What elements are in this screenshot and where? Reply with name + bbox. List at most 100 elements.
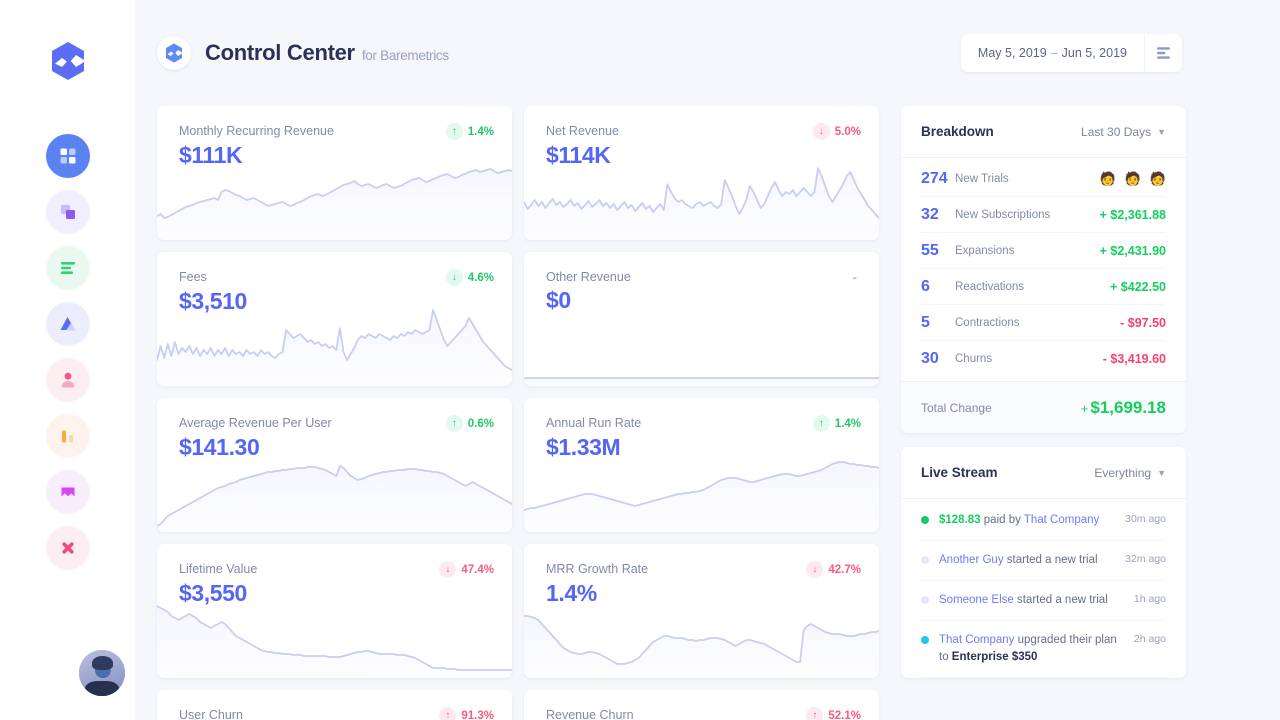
event-actor[interactable]: Another Guy [939,554,1004,566]
trial-avatars: 🧑 🧑 🧑 [1099,172,1166,185]
metric-card[interactable]: Revenue Churn ↑ 52.1% [524,690,879,720]
metric-change-value: - [852,269,857,285]
metric-card[interactable]: Average Revenue Per User ↑ 0.6% $141.30 [157,398,512,532]
breakdown-amount: + $422.50 [1110,279,1166,294]
date-range-input[interactable]: May 5, 2019– Jun 5, 2019 [961,34,1144,72]
metric-label: Annual Run Rate [546,416,642,430]
breakdown-count: 32 [921,205,939,223]
event-actor[interactable]: That Company [1024,514,1099,526]
sidebar-item-cancellations[interactable] [45,526,90,570]
breakdown-count: 30 [921,350,939,367]
sidebar-item-forecast[interactable] [45,302,90,346]
breakdown-name: New Trials [955,172,1009,185]
metric-sparkline [524,308,879,386]
metric-card-header: Revenue Churn ↑ 52.1% [524,690,879,720]
metric-sparkline [157,162,512,240]
sidebar-item-customers[interactable] [45,358,90,402]
trend-up-arrow-icon: ↑ [445,415,463,432]
metric-value: $141.30 [179,434,260,460]
metric-card[interactable]: Monthly Recurring Revenue ↑ 1.4% $111K [157,106,512,240]
metric-change-value: 5.0% [834,125,861,138]
live-stream-panel: Live Stream Everything ▼ $128.83 paid by… [901,447,1186,678]
live-stream-item[interactable]: That Company upgraded their plan to Ente… [921,621,1166,678]
live-stream-filter-dropdown[interactable]: Everything ▼ [1094,466,1166,480]
sidebar-item-dashboard[interactable] [45,134,90,178]
metric-card[interactable]: Fees ↓ 4.6% $3,510 [157,252,512,386]
metric-card[interactable]: User Churn ↑ 91.3% [157,690,512,720]
date-range-control: May 5, 2019– Jun 5, 2019 [960,34,1182,72]
metric-change-value: 1.4% [834,417,861,430]
event-status-dot-icon [921,556,929,564]
metric-sparkline [524,454,879,532]
breakdown-filter-label: Last 30 Days [1081,124,1152,139]
breakdown-filter-dropdown[interactable]: Last 30 Days ▼ [1081,125,1166,139]
trial-avatar-1: 🧑 [1124,171,1141,186]
metric-card[interactable]: MRR Growth Rate ↓ 42.7% 1.4% [524,544,879,678]
event-actor[interactable]: That Company [939,634,1014,646]
metric-value: $1.33M [546,434,621,460]
breakdown-count: 274 [921,169,948,187]
metric-change-value: 42.7% [828,563,861,576]
breakdown-total-row: Total Change + $1,699.18 [901,381,1186,433]
metric-sparkline [157,600,512,678]
metric-change-value: 91.3% [461,709,494,720]
metrics-grid: Monthly Recurring Revenue ↑ 1.4% $111K Net R… [157,106,879,720]
breakdown-row[interactable]: 6 Reactivations + $422.50 [921,269,1166,305]
event-status-dot-icon [921,596,929,604]
event-actor[interactable]: Someone Else [939,594,1014,606]
baremetrics-logo-icon [45,38,91,84]
live-stream-list: $128.83 paid by That Company 30m ago Anoth… [901,499,1186,678]
live-stream-item[interactable]: $128.83 paid by That Company 30m ago [921,501,1166,541]
breakdown-name: Reactivations [955,280,1025,293]
metric-card-header: Monthly Recurring Revenue ↑ 1.4% [157,106,512,140]
live-stream-item[interactable]: Someone Else started a new trial 1h ago [921,581,1166,621]
breakdown-row[interactable]: 5 Contractions - $97.50 [921,305,1166,341]
metric-change-badge: ↓ 47.4% [439,561,494,578]
metric-change-value: 52.1% [828,709,861,720]
metric-card[interactable]: Lifetime Value ↓ 47.4% $3,550 [157,544,512,678]
metric-card[interactable]: Other Revenue - $0 [524,252,879,386]
breakdown-name: Expansions [955,244,1015,257]
breakdown-row[interactable]: 274 New Trials 🧑 🧑 🧑 [921,161,1166,197]
trial-avatar-0: 🧑 [1099,171,1116,186]
trend-down-arrow-icon: ↓ [439,561,457,578]
metric-value: 1.4% [546,580,597,606]
main-area: Control Center for Baremetrics May 5, 201… [135,0,1280,720]
layers-icon [60,205,75,219]
sidebar-item-insights[interactable] [45,414,90,458]
metric-card[interactable]: Net Revenue ↓ 5.0% $114K [524,106,879,240]
breakdown-row[interactable]: 55 Expansions + $2,431.90 [921,233,1166,269]
user-avatar[interactable] [79,650,125,696]
app-title-sub: for Baremetrics [361,48,449,63]
breakdown-row[interactable]: 30 Churns - $3,419.60 [921,341,1166,377]
total-change-sign: + [1080,400,1089,416]
sidebar-item-messages[interactable] [45,470,90,514]
sidebar-item-reports[interactable] [45,246,90,290]
metric-card-header: User Churn ↑ 91.3% [157,690,512,720]
breakdown-amount: + $2,431.90 [1099,243,1166,258]
trend-down-arrow-icon: ↓ [812,123,830,140]
metric-value: $114K [546,142,611,168]
event-time: 30m ago [1125,513,1166,525]
total-change-amount: $1,699.18 [1090,397,1166,417]
metric-card[interactable]: Annual Run Rate ↑ 1.4% $1.33M [524,398,879,532]
total-change-value: + $1,699.18 [1081,398,1166,418]
trial-avatar-2: 🧑 [1149,171,1166,186]
event-time: 2h ago [1133,633,1166,645]
breakdown-row[interactable]: 32 New Subscriptions + $2,361.88 [921,197,1166,233]
baremetrics-mark-icon [157,36,191,70]
live-stream-header: Live Stream Everything ▼ [901,447,1186,499]
metric-change-badge: ↓ 42.7% [806,561,861,578]
sidebar-item-segments[interactable] [45,190,90,234]
breakdown-amount: - $97.50 [1120,315,1166,330]
metric-card-header: Net Revenue ↓ 5.0% [524,106,879,140]
metric-sparkline [157,454,512,532]
sidebar [0,0,135,720]
list-settings-icon [1157,47,1170,59]
live-stream-item[interactable]: Another Guy started a new trial 32m ago [921,541,1166,581]
metric-value: $3,550 [179,580,247,606]
event-tail-text: started a new trial [1003,554,1098,566]
event-text: $128.83 paid by That Company [939,512,1117,529]
settings-menu-button[interactable] [1144,34,1182,72]
sidebar-nav [45,134,90,570]
